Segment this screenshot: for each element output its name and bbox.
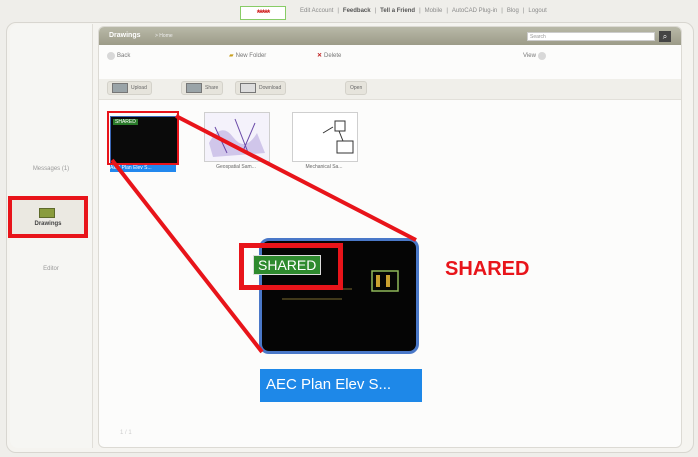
panel-titlebar: Drawings > Home Search ⌕ (99, 27, 681, 45)
thumbnail-label-mechanical[interactable]: Mechanical Sa... (292, 164, 356, 170)
top-links: Edit Account | Feedback | Tell a Friend … (300, 8, 547, 14)
edit-account-link[interactable]: Edit Account (300, 8, 333, 14)
thumbnail-label-geospatial[interactable]: Geospatial Sam... (204, 164, 268, 170)
pagination: 1 / 1 (120, 430, 132, 436)
thumbnail-geospatial[interactable] (204, 112, 270, 162)
back-icon (107, 52, 115, 60)
upload-label: Upload (131, 85, 147, 91)
download-label: Download (259, 85, 282, 91)
breadcrumb[interactable]: > Home (155, 33, 173, 39)
sidebar-item-label: Editor (43, 266, 59, 272)
share-button[interactable]: Share (181, 81, 224, 95)
download-button[interactable]: Download (235, 81, 287, 95)
mobile-link[interactable]: Mobile (425, 8, 443, 14)
toolbar-primary: Back ▰ New Folder ✕ Delete View (99, 47, 681, 67)
upload-icon (112, 83, 128, 93)
sidebar-item-label: Drawings (34, 221, 62, 227)
top-bar: ***** Edit Account | Feedback | Tell a F… (0, 6, 698, 22)
delete-icon: ✕ (317, 53, 323, 59)
open-button[interactable]: Open (345, 81, 368, 95)
autocad-plugin-link[interactable]: AutoCAD Plug-in (452, 8, 497, 14)
sidebar-item-editor[interactable]: Editor (10, 266, 92, 272)
sidebar-item-label: Messages (1) (32, 166, 70, 172)
mechanical-preview-icon (322, 120, 354, 154)
share-label: Share (205, 85, 219, 91)
toolbar-secondary: Upload Share Download Open (99, 79, 681, 100)
shared-badge: SHARED (113, 119, 138, 125)
geospatial-preview-icon (209, 118, 265, 157)
upload-button[interactable]: Upload (107, 81, 152, 95)
sidebar-item-messages[interactable]: Messages (1) (10, 166, 92, 172)
page-title: Drawings (109, 32, 141, 39)
view-icon (537, 52, 546, 60)
delete-button[interactable]: ✕ Delete (317, 52, 342, 60)
sidebar-item-drawings[interactable]: Drawings (8, 196, 88, 238)
view-button[interactable]: View (523, 52, 546, 60)
view-label: View (523, 53, 536, 59)
thumbnail-aec-plan[interactable]: SHARED (110, 116, 178, 164)
feedback-link[interactable]: Feedback (343, 8, 371, 14)
thumbnail-label-aec[interactable]: AEC Plan Elev S... (110, 164, 176, 172)
new-folder-label: New Folder (235, 52, 267, 59)
back-button[interactable]: Back (107, 52, 130, 60)
folder-icon: ▰ (229, 53, 234, 59)
selected-file-label: AEC Plan Elev S... (260, 369, 422, 402)
drawings-icon (39, 208, 55, 218)
search-input[interactable]: Search (527, 32, 655, 41)
annotation-text: SHARED (445, 258, 530, 280)
open-label: Open (350, 85, 363, 91)
delete-label: Delete (324, 52, 342, 59)
share-icon (186, 83, 202, 93)
download-icon (240, 83, 256, 93)
rating-stars[interactable]: ***** (240, 6, 286, 20)
back-label: Back (117, 53, 131, 59)
blog-link[interactable]: Blog (507, 8, 519, 14)
thumbnail-mechanical[interactable] (292, 112, 358, 162)
search-button[interactable]: ⌕ (659, 31, 671, 42)
new-folder-button[interactable]: ▰ New Folder (229, 52, 267, 60)
highlight-box-shared (239, 243, 343, 290)
logout-link[interactable]: Logout (528, 8, 546, 14)
tell-a-friend-link[interactable]: Tell a Friend (380, 8, 415, 14)
